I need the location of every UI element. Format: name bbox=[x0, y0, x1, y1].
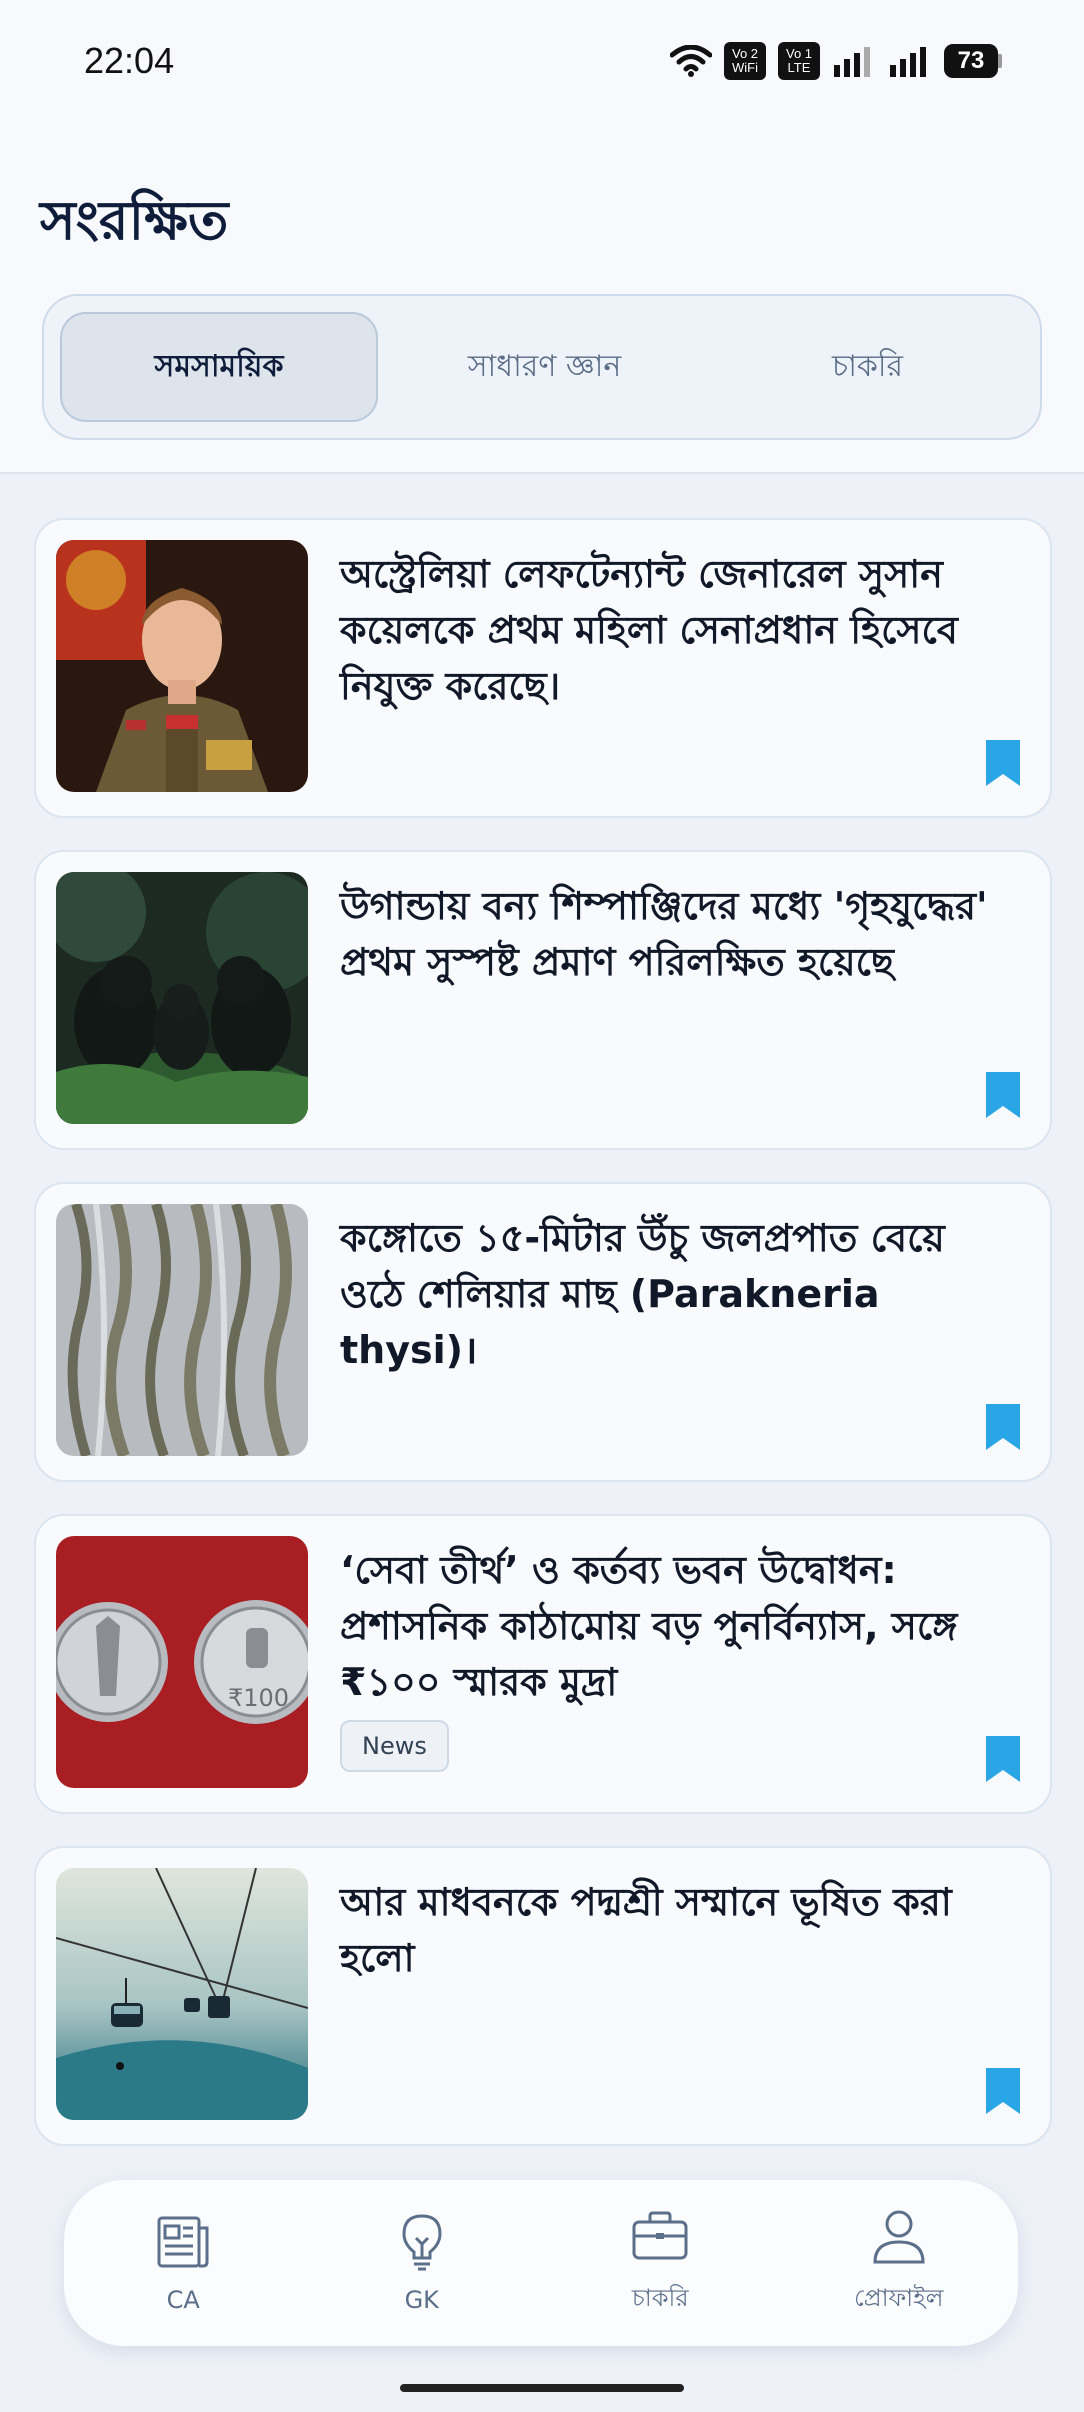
article-thumbnail bbox=[56, 540, 308, 792]
article-title: আর মাধবনকে পদ্মশ্রী সম্মানে ভূষিত করা হল… bbox=[340, 1880, 952, 1980]
home-indicator[interactable] bbox=[400, 2384, 684, 2392]
user-icon bbox=[873, 2210, 925, 2264]
status-bar: 22:04 Vo 2 WiFi Vo 1 LTE 73 bbox=[0, 0, 1084, 124]
status-time: 22:04 bbox=[84, 40, 175, 81]
article-title: অস্ট্রেলিয়া লেফটেন্যান্ট জেনারেল সুসান … bbox=[340, 552, 958, 708]
nav-item-gk[interactable]: GK bbox=[322, 2212, 522, 2314]
bookmark-icon[interactable] bbox=[986, 1736, 1020, 1782]
nav-label: প্রোফাইল bbox=[854, 2284, 944, 2312]
saved-articles-list: অস্ট্রেলিয়া লেফটেন্যান্ট জেনারেল সুসান … bbox=[34, 518, 1052, 2178]
bookmark-icon[interactable] bbox=[986, 1072, 1020, 1118]
lightbulb-icon bbox=[402, 2214, 442, 2271]
nav-label: GK bbox=[404, 2286, 439, 2314]
tab-jobs[interactable]: চাকরি bbox=[711, 312, 1024, 422]
article-thumbnail: ₹100 bbox=[56, 1536, 308, 1788]
newspaper-icon bbox=[157, 2216, 209, 2268]
coin-value: ₹100 bbox=[228, 1684, 289, 1712]
bookmark-icon[interactable] bbox=[986, 2068, 1020, 2114]
signal-icon bbox=[890, 47, 926, 77]
article-title: উগান্ডায় বন্য শিম্পাঞ্জিদের মধ্যে 'গৃহয… bbox=[340, 884, 988, 984]
tab-bar: সমসাময়িক সাধারণ জ্ঞান চাকরি bbox=[42, 294, 1042, 440]
article-card[interactable]: অস্ট্রেলিয়া লেফটেন্যান্ট জেনারেল সুসান … bbox=[34, 518, 1052, 818]
briefcase-icon bbox=[632, 2211, 688, 2260]
article-title: ‘সেবা তীর্থ’ ও কর্তব্য ভবন উদ্বোধন: প্রশ… bbox=[340, 1548, 958, 1704]
bottom-nav: CA GK চাকরি প্রোফাইল bbox=[64, 2180, 1018, 2346]
sim2-badge: Vo 1 LTE bbox=[778, 42, 820, 80]
nav-label: CA bbox=[166, 2286, 200, 2314]
wifi-icon bbox=[670, 45, 712, 77]
article-card[interactable]: কঙ্গোতে ১৫-মিটার উঁচু জলপ্রপাত বেয়ে ওঠে… bbox=[34, 1182, 1052, 1482]
news-tag: News bbox=[340, 1720, 449, 1772]
nav-label: চাকরি bbox=[631, 2284, 689, 2312]
article-card[interactable]: উগান্ডায় বন্য শিম্পাঞ্জিদের মধ্যে 'গৃহয… bbox=[34, 850, 1052, 1150]
article-title: কঙ্গোতে ১৫-মিটার উঁচু জলপ্রপাত বেয়ে ওঠে… bbox=[340, 1216, 945, 1372]
article-thumbnail bbox=[56, 1204, 308, 1456]
battery-icon: 73 bbox=[944, 44, 1002, 78]
tab-general-knowledge[interactable]: সাধারণ জ্ঞান bbox=[388, 312, 701, 422]
tab-current-affairs[interactable]: সমসাময়িক bbox=[60, 312, 378, 422]
sim1-badge: Vo 2 WiFi bbox=[724, 42, 766, 80]
page-title: সংরক্ষিত bbox=[40, 189, 229, 252]
article-thumbnail bbox=[56, 1868, 308, 2120]
article-card[interactable]: আর মাধবনকে পদ্মশ্রী সম্মানে ভূষিত করা হল… bbox=[34, 1846, 1052, 2146]
article-card[interactable]: ₹100 ‘সেবা তীর্থ’ ও কর্তব্য ভবন উদ্বোধন:… bbox=[34, 1514, 1052, 1814]
bookmark-icon[interactable] bbox=[986, 1404, 1020, 1450]
signal-icon bbox=[834, 47, 870, 77]
nav-item-jobs[interactable]: চাকরি bbox=[560, 2206, 760, 2320]
nav-item-ca[interactable]: CA bbox=[83, 2212, 283, 2314]
article-thumbnail bbox=[56, 872, 308, 1124]
bookmark-icon[interactable] bbox=[986, 740, 1020, 786]
header: সংরক্ষিত সমসাময়িক সাধারণ জ্ঞান চাকরি bbox=[0, 124, 1084, 474]
nav-item-profile[interactable]: প্রোফাইল bbox=[799, 2206, 999, 2320]
status-icons: Vo 2 WiFi Vo 1 LTE 73 bbox=[670, 40, 1002, 82]
